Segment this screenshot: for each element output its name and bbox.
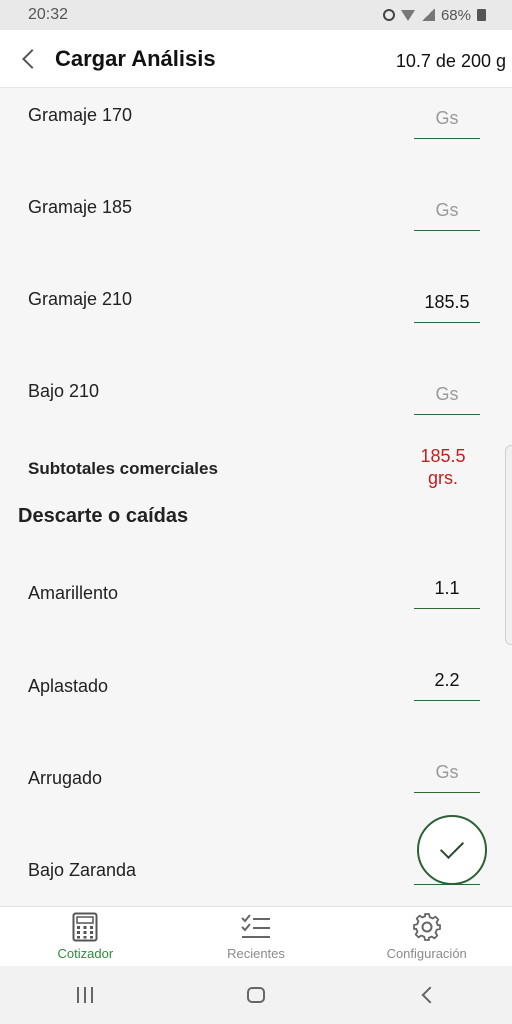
status-time: 20:32 xyxy=(28,6,69,23)
subtotal-number: 185.5 xyxy=(420,446,466,466)
arrugado-input[interactable] xyxy=(414,753,480,793)
nav-item-configuracion[interactable]: Configuración xyxy=(341,907,512,967)
back-button[interactable] xyxy=(14,44,44,74)
battery-icon xyxy=(477,9,486,21)
aplastado-input[interactable] xyxy=(414,661,480,701)
wifi-icon xyxy=(400,9,415,21)
battery-percent: 68% xyxy=(440,6,471,24)
system-back-button[interactable] xyxy=(397,975,457,1015)
gramaje-210-input[interactable] xyxy=(414,283,480,323)
alarm-icon xyxy=(382,9,395,21)
field-label: Gramaje 210 xyxy=(28,289,133,309)
amarillento-input[interactable] xyxy=(414,569,480,609)
checklist-icon xyxy=(241,914,270,938)
bajo-210-input[interactable] xyxy=(414,375,480,415)
analysis-form[interactable]: Gramaje 170 Gramaje 185 Gramaje 210 Bajo… xyxy=(0,89,512,906)
confirm-button[interactable] xyxy=(417,815,487,885)
check-icon xyxy=(439,834,465,860)
system-navigation-bar xyxy=(0,966,512,1024)
field-label: Aplastado xyxy=(28,676,109,696)
nav-item-recientes[interactable]: Recientes xyxy=(171,907,342,967)
signal-icon xyxy=(420,9,435,21)
home-button[interactable] xyxy=(226,975,286,1015)
gramaje-170-input[interactable] xyxy=(414,99,480,139)
status-icons: 68% xyxy=(382,6,486,24)
recents-icon xyxy=(77,987,94,1003)
gear-icon xyxy=(412,913,441,941)
field-label: Gramaje 170 xyxy=(28,105,133,125)
nav-label: Configuración xyxy=(386,946,467,961)
chevron-left-icon xyxy=(22,49,42,69)
status-bar: 20:32 68% xyxy=(0,0,512,30)
subtotal-label: Subtotales comerciales xyxy=(28,459,218,478)
bottom-navigation: Cotizador Recientes Configuración xyxy=(0,906,512,967)
field-label: Gramaje 185 xyxy=(28,197,133,217)
nav-label: Recientes xyxy=(227,946,285,961)
home-icon xyxy=(246,987,265,1003)
page-title: Cargar Análisis xyxy=(55,46,216,71)
nav-label: Cotizador xyxy=(57,946,114,961)
gramaje-185-input[interactable] xyxy=(414,191,480,231)
subtotal-unit: grs. xyxy=(427,468,458,488)
field-label: Bajo Zaranda xyxy=(28,860,137,880)
weight-progress: 10.7 de 200 g xyxy=(395,51,506,71)
recents-button[interactable] xyxy=(55,975,115,1015)
field-label: Bajo 210 xyxy=(28,381,100,401)
field-label: Arrugado xyxy=(28,768,103,788)
app-bar: Cargar Análisis 10.7 de 200 g xyxy=(0,30,512,88)
field-label: Amarillento xyxy=(28,583,119,603)
calculator-icon xyxy=(72,912,98,942)
back-icon xyxy=(421,986,439,1004)
section-title-descarte: Descarte o caídas xyxy=(18,505,189,527)
nav-item-cotizador[interactable]: Cotizador xyxy=(0,907,171,967)
scrollbar[interactable] xyxy=(505,445,512,645)
subtotal-value: 185.5 grs. xyxy=(400,445,486,489)
